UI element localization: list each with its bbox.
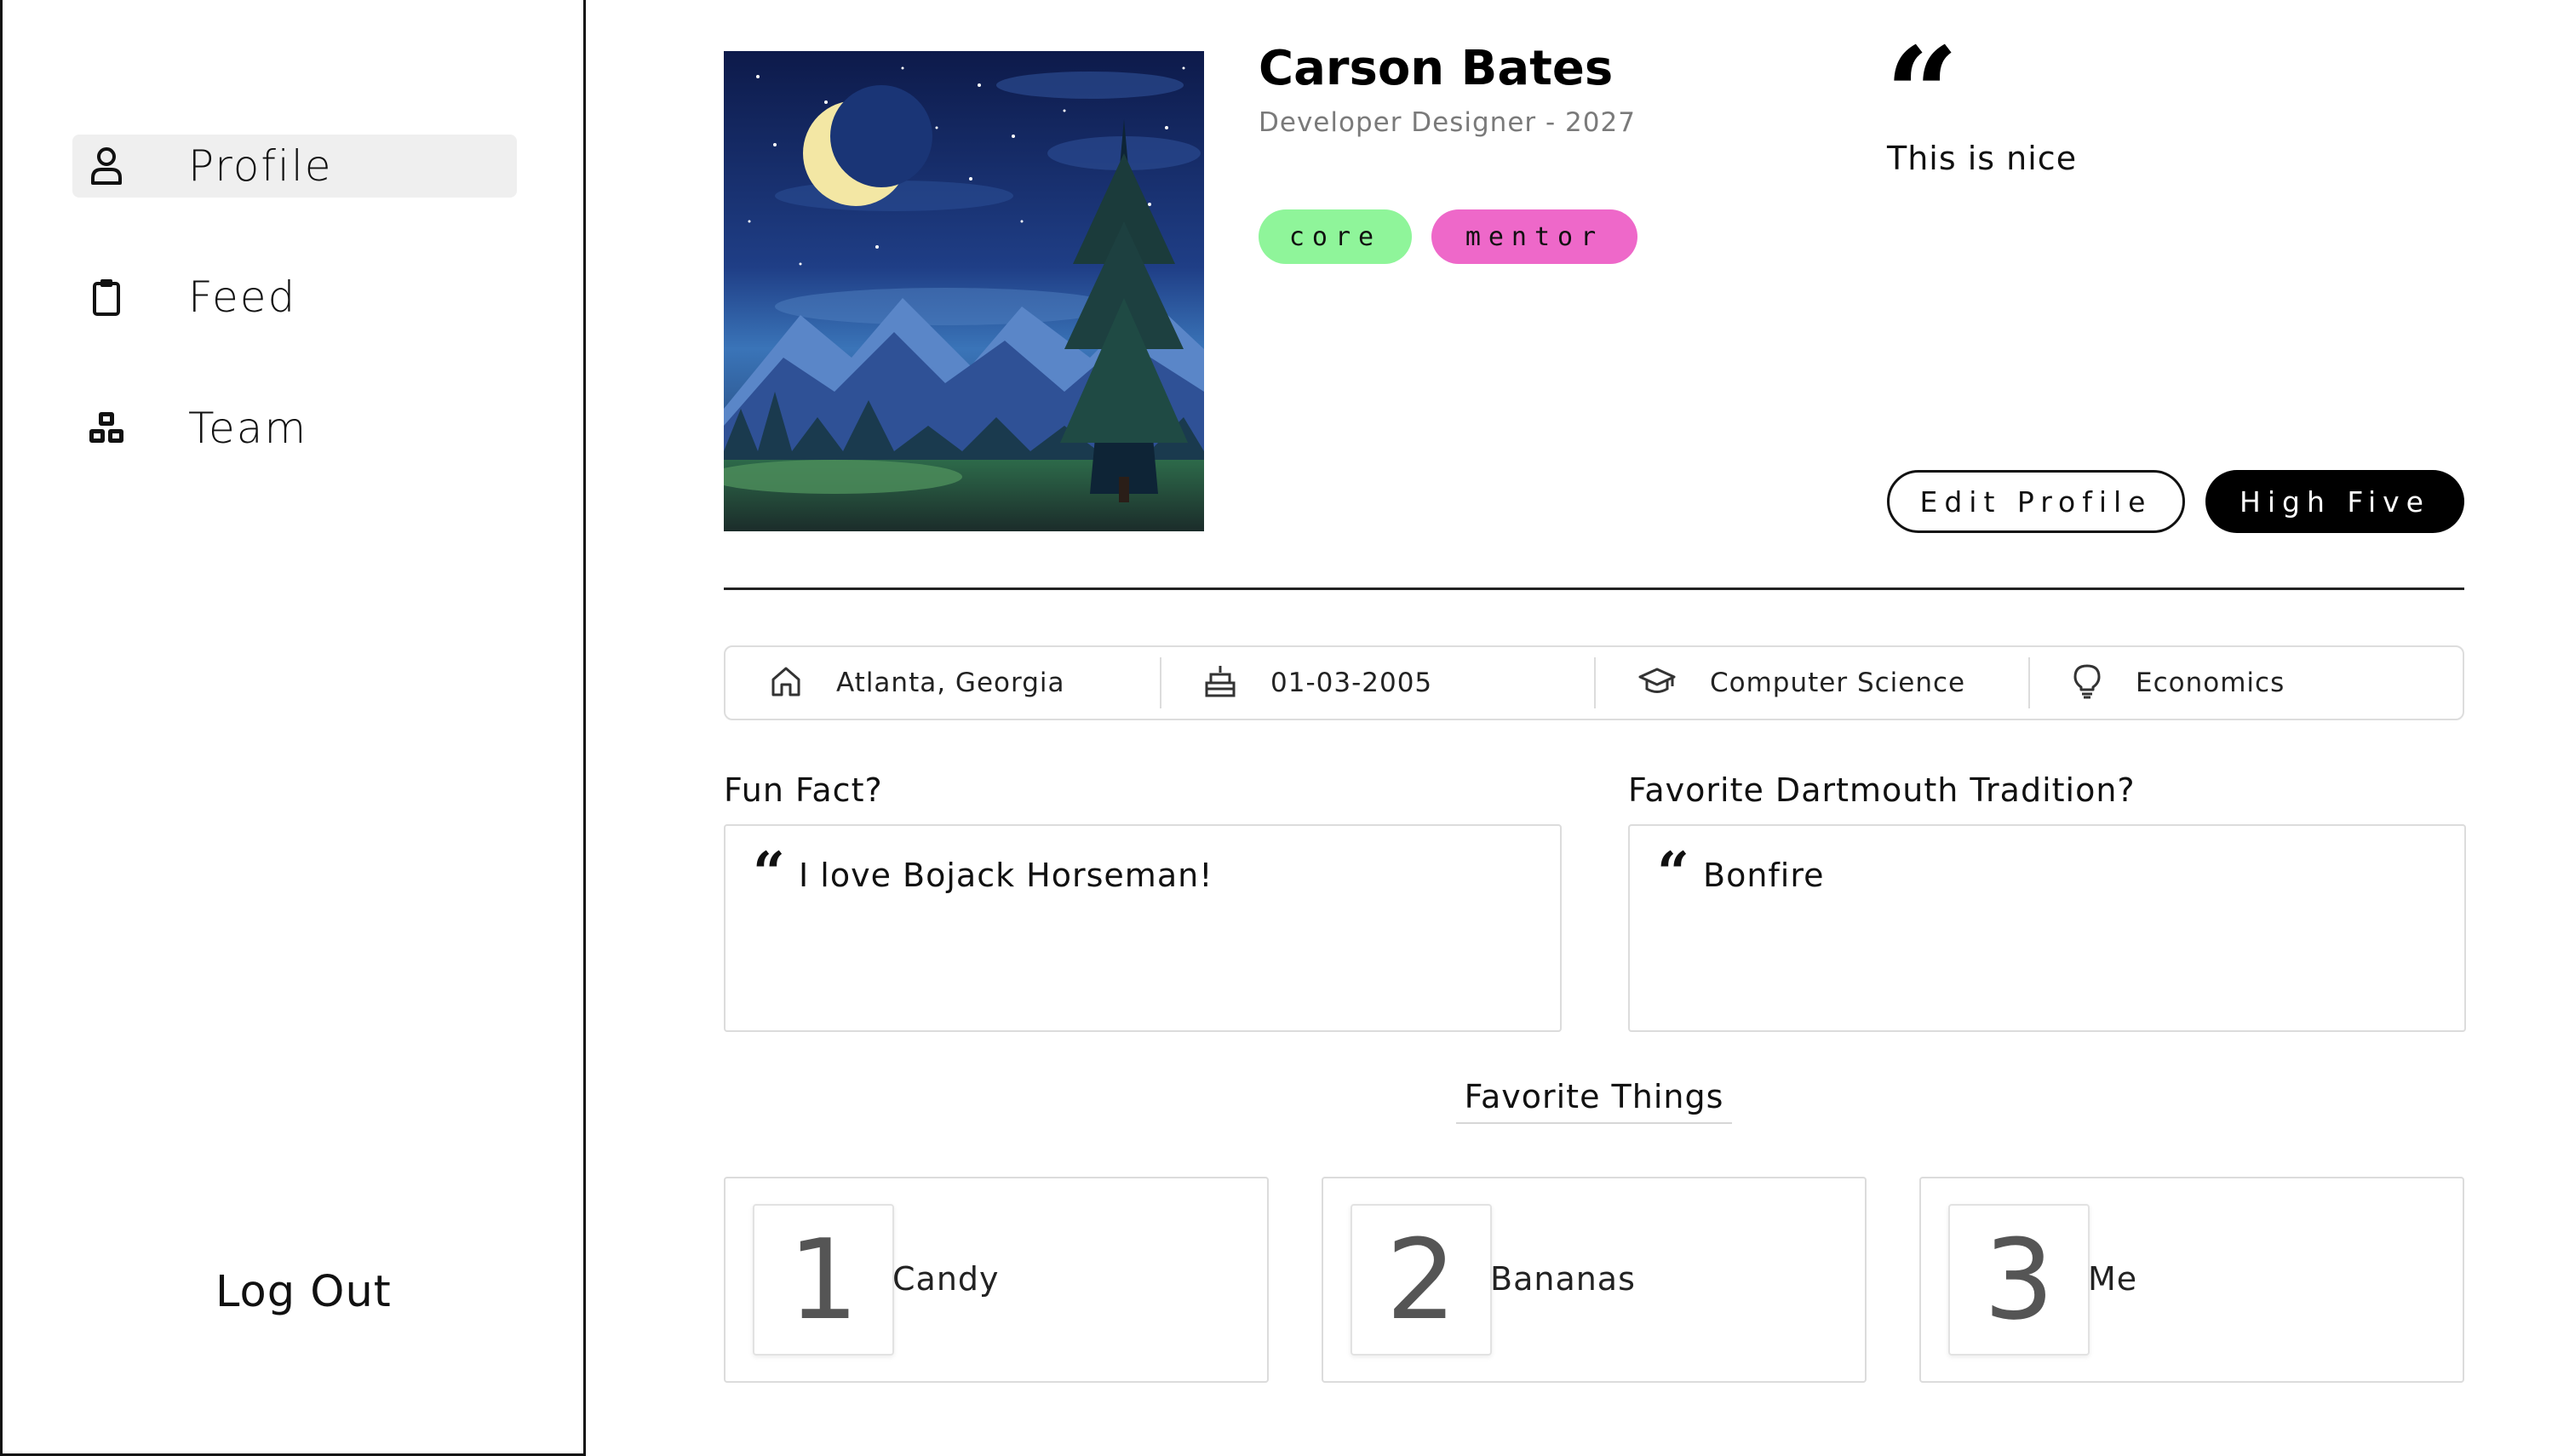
tradition-box: “ Bonfire <box>1628 824 2466 1032</box>
home-icon <box>770 665 802 701</box>
info-birthday: 01-03-2005 <box>1160 647 1594 719</box>
info-location: Atlanta, Georgia <box>725 647 1160 719</box>
favorite-card: 3 Me <box>1919 1177 2464 1383</box>
profile-quote: This is nice <box>1887 140 2078 177</box>
profile-subtitle: Developer Designer - 2027 <box>1259 107 1636 138</box>
info-birthday-label: 01-03-2005 <box>1270 668 1433 698</box>
favorite-item: Bananas <box>1490 1260 1636 1298</box>
favorite-rank: 2 <box>1351 1204 1492 1356</box>
quote-icon: “ <box>1657 840 1689 906</box>
profile-avatar <box>724 51 1204 531</box>
info-bar: Atlanta, Georgia 01-03-2005 Computer Sci… <box>724 645 2464 720</box>
night-landscape-image <box>724 51 1204 531</box>
fun-fact-answer: I love Bojack Horseman! <box>799 857 1213 894</box>
tag-core: core <box>1259 209 1412 264</box>
favorite-rank: 1 <box>753 1204 894 1356</box>
fun-fact-box: “ I love Bojack Horseman! <box>724 824 1562 1032</box>
profile-name: Carson Bates <box>1259 41 1614 96</box>
sidebar-item-label: Team <box>188 404 308 453</box>
sidebar-item-label: Profile <box>188 141 333 191</box>
edit-profile-button[interactable]: Edit Profile <box>1887 470 2185 533</box>
sidebar-item-feed[interactable]: Feed <box>72 266 517 329</box>
high-five-button[interactable]: High Five <box>2205 470 2464 533</box>
info-major: Computer Science <box>1594 647 2028 719</box>
tradition-question: Favorite Dartmouth Tradition? <box>1628 771 2136 809</box>
quote-icon: “ <box>753 840 785 906</box>
favorite-rank: 3 <box>1948 1204 2090 1356</box>
info-location-label: Atlanta, Georgia <box>836 668 1065 698</box>
tradition-answer: Bonfire <box>1703 857 1825 894</box>
team-cubes-icon <box>72 410 141 446</box>
logout-button[interactable]: Log Out <box>215 1267 392 1317</box>
sidebar-item-team[interactable]: Team <box>72 397 517 460</box>
sidebar: Profile Feed Team Log Out <box>0 0 586 1456</box>
app-root: Profile Feed Team Log Out Carson Bates D… <box>0 0 2575 1456</box>
info-major-label: Computer Science <box>1710 668 1966 698</box>
info-minor: Economics <box>2028 647 2463 719</box>
favorite-things-title: Favorite Things <box>1456 1078 1732 1124</box>
fun-fact-question: Fun Fact? <box>724 771 883 809</box>
lightbulb-icon <box>2073 663 2102 702</box>
sidebar-item-label: Feed <box>188 272 297 322</box>
favorite-item: Candy <box>892 1260 1000 1298</box>
graduation-cap-icon <box>1638 666 1676 700</box>
favorite-item: Me <box>2088 1260 2138 1298</box>
clipboard-icon <box>72 277 141 318</box>
info-minor-label: Economics <box>2136 668 2285 698</box>
birthday-cake-icon <box>1204 664 1236 702</box>
sidebar-item-profile[interactable]: Profile <box>72 135 517 198</box>
tag-mentor: mentor <box>1431 209 1637 264</box>
user-icon <box>72 146 141 186</box>
favorite-card: 2 Bananas <box>1322 1177 1867 1383</box>
header-divider <box>724 588 2464 590</box>
favorite-card: 1 Candy <box>724 1177 1269 1383</box>
